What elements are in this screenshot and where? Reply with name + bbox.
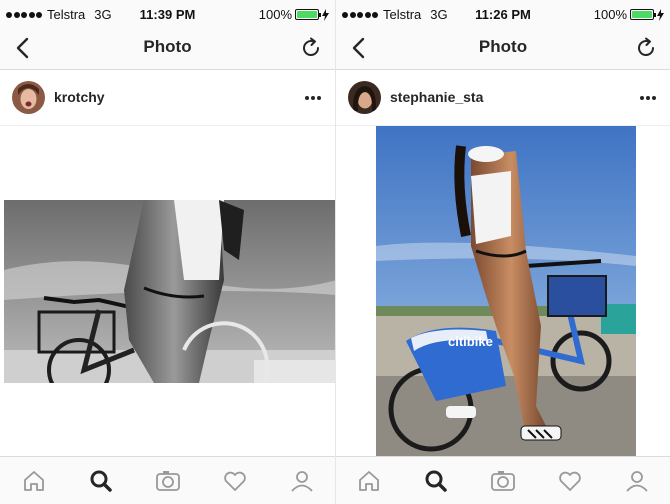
refresh-button[interactable] (299, 36, 323, 60)
tab-search[interactable] (419, 466, 453, 496)
heart-icon (223, 471, 246, 491)
more-options-button[interactable] (303, 88, 323, 108)
post-header: stephanie_sta (336, 70, 670, 126)
tab-profile[interactable] (620, 466, 654, 496)
tab-home[interactable] (352, 466, 386, 496)
charging-bolt-icon (322, 8, 329, 21)
phone-screen-right: Telstra 3G 11:26 PM 100% Photo stephanie… (335, 0, 670, 504)
battery-icon (630, 9, 656, 20)
profile-icon (290, 470, 313, 492)
phone-screen-left: Telstra 3G 11:39 PM 100% Photo krotchy (0, 0, 335, 504)
home-icon (23, 470, 44, 491)
home-icon (359, 470, 380, 491)
charging-bolt-icon (657, 8, 664, 21)
battery-percent: 100% (258, 7, 292, 22)
tab-search[interactable] (84, 466, 118, 496)
username-link[interactable]: stephanie_sta (390, 89, 483, 105)
page-title: Photo (478, 37, 528, 56)
tab-bar (0, 456, 335, 504)
avatar[interactable] (12, 81, 45, 114)
tab-camera[interactable] (486, 466, 520, 496)
ellipsis-icon (305, 96, 309, 100)
refresh-button[interactable] (634, 36, 658, 60)
avatar[interactable] (348, 81, 381, 114)
battery-percent: 100% (593, 7, 627, 22)
tab-activity[interactable] (218, 466, 252, 496)
tab-activity[interactable] (553, 466, 587, 496)
profile-icon (625, 470, 648, 492)
navigation-bar: Photo (0, 26, 335, 70)
bike-brand-label: citibike (448, 334, 493, 349)
heart-icon (559, 471, 581, 491)
tab-bar (336, 456, 670, 504)
tab-camera[interactable] (151, 466, 185, 496)
camera-icon (491, 470, 515, 491)
refresh-icon (638, 37, 655, 57)
post-photo[interactable]: citibike (376, 126, 636, 456)
post-photo[interactable] (4, 200, 335, 383)
ellipsis-icon (640, 96, 644, 100)
battery-icon (295, 9, 321, 20)
tab-profile[interactable] (285, 466, 319, 496)
status-bar: Telstra 3G 11:26 PM 100% (336, 0, 670, 26)
camera-icon (155, 470, 180, 491)
status-bar: Telstra 3G 11:39 PM 100% (0, 0, 335, 26)
navigation-bar: Photo (336, 26, 670, 70)
refresh-icon (303, 37, 320, 57)
tab-home[interactable] (17, 466, 51, 496)
username-link[interactable]: krotchy (54, 89, 105, 105)
post-header: krotchy (0, 70, 335, 126)
more-options-button[interactable] (638, 88, 658, 108)
search-icon (425, 470, 447, 492)
page-title: Photo (143, 37, 192, 56)
search-icon (90, 470, 112, 492)
